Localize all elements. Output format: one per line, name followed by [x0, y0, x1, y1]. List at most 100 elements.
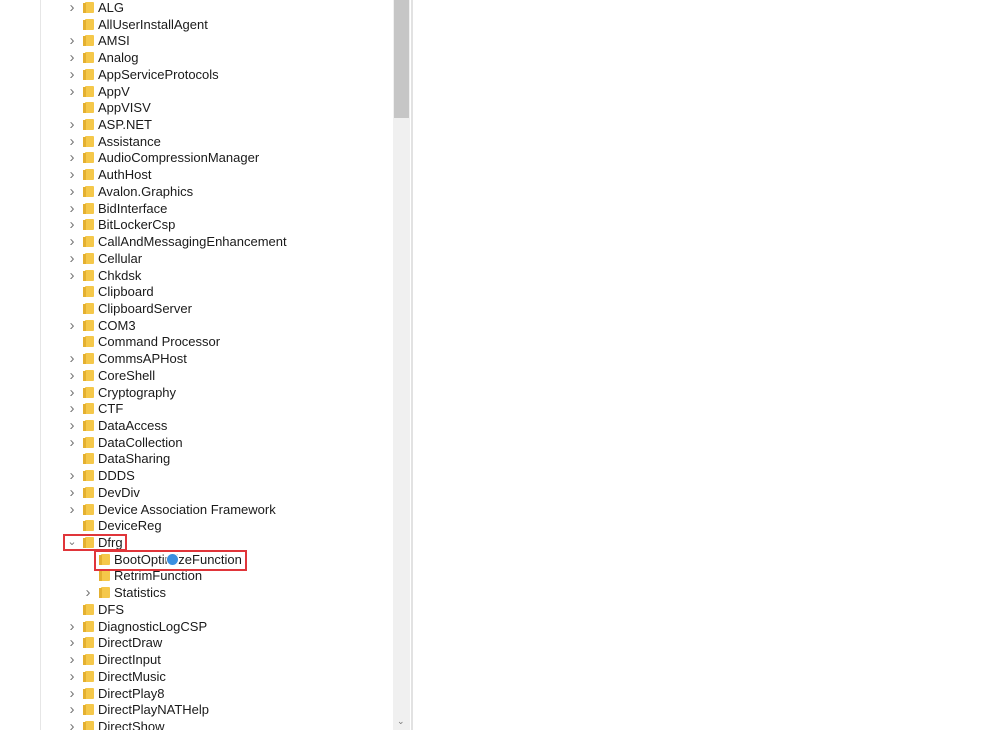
tree-item[interactable]: › ASP.NET: [0, 116, 393, 133]
chevron-right-icon[interactable]: ›: [67, 685, 77, 702]
tree-item[interactable]: › AuthHost: [0, 166, 393, 183]
folder-icon: [83, 219, 94, 231]
tree-item[interactable]: › ALG: [0, 0, 393, 16]
chevron-right-icon[interactable]: ›: [67, 467, 77, 484]
chevron-right-icon[interactable]: ›: [67, 350, 77, 367]
tree-item[interactable]: › AppV: [0, 83, 393, 100]
tree-item-label: CoreShell: [98, 367, 156, 383]
chevron-right-icon[interactable]: ›: [67, 116, 77, 133]
tree-item[interactable]: › BitLockerCsp: [0, 216, 393, 233]
tree-item[interactable]: ⌄ Dfrg: [0, 534, 393, 551]
tree-item[interactable]: › BidInterface: [0, 200, 393, 217]
chevron-right-icon[interactable]: ›: [67, 400, 77, 417]
tree-item-label: Cellular: [98, 250, 143, 266]
tree-item[interactable]: AppVISV: [0, 99, 393, 116]
folder-icon: [83, 436, 94, 448]
chevron-right-icon[interactable]: ›: [67, 233, 77, 250]
tree-item[interactable]: ClipboardServer: [0, 300, 393, 317]
scrollbar-thumb[interactable]: [394, 0, 409, 118]
chevron-right-icon[interactable]: ›: [67, 618, 77, 635]
chevron-right-icon[interactable]: ›: [67, 701, 77, 718]
chevron-right-icon[interactable]: ›: [67, 417, 77, 434]
tree-item[interactable]: › DiagnosticLogCSP: [0, 618, 393, 635]
tree-item[interactable]: › CommsAPHost: [0, 350, 393, 367]
folder-icon: [83, 169, 94, 181]
chevron-right-icon[interactable]: ›: [67, 651, 77, 668]
chevron-right-icon[interactable]: ›: [67, 267, 77, 284]
values-pane[interactable]: [413, 0, 983, 730]
chevron-right-icon[interactable]: ›: [67, 49, 77, 66]
folder-icon: [83, 119, 94, 131]
tree-item[interactable]: › Avalon.Graphics: [0, 183, 393, 200]
chevron-right-icon[interactable]: ›: [67, 367, 77, 384]
tree-item[interactable]: › Assistance: [0, 133, 393, 150]
tree-item[interactable]: AllUserInstallAgent: [0, 16, 393, 33]
chevron-right-icon[interactable]: ›: [67, 250, 77, 267]
chevron-right-icon[interactable]: ›: [83, 584, 93, 601]
folder-icon: [83, 503, 94, 515]
tree-item[interactable]: › DirectMusic: [0, 668, 393, 685]
tree-item[interactable]: › DirectPlayNATHelp: [0, 701, 393, 718]
tree-item[interactable]: › DevDiv: [0, 484, 393, 501]
tree-item-label: Analog: [98, 50, 139, 66]
chevron-right-icon[interactable]: ›: [67, 634, 77, 651]
tree-item-label: BidInterface: [98, 200, 168, 216]
chevron-right-icon[interactable]: ›: [67, 183, 77, 200]
tree-item[interactable]: › Cryptography: [0, 384, 393, 401]
chevron-right-icon[interactable]: ›: [67, 0, 77, 16]
tree-item[interactable]: Command Processor: [0, 333, 393, 350]
tree-item[interactable]: › Device Association Framework: [0, 501, 393, 518]
chevron-right-icon[interactable]: ›: [67, 668, 77, 685]
chevron-right-icon[interactable]: ›: [67, 200, 77, 217]
tree-item[interactable]: › DirectDraw: [0, 634, 393, 651]
chevron-right-icon[interactable]: ›: [67, 32, 77, 49]
chevron-right-icon[interactable]: ›: [67, 166, 77, 183]
folder-icon: [83, 319, 94, 331]
chevron-right-icon[interactable]: ›: [67, 317, 77, 334]
chevron-right-icon[interactable]: ›: [67, 501, 77, 518]
tree-item[interactable]: › DirectPlay8: [0, 685, 393, 702]
scroll-down-arrow-icon[interactable]: ⌄: [397, 716, 405, 727]
tree-item[interactable]: › COM3: [0, 317, 393, 334]
chevron-right-icon[interactable]: ›: [67, 434, 77, 451]
tree-item[interactable]: DataSharing: [0, 450, 393, 467]
chevron-right-icon[interactable]: ›: [67, 384, 77, 401]
tree-item[interactable]: › Analog: [0, 49, 393, 66]
chevron-right-icon[interactable]: ›: [67, 216, 77, 233]
tree-item[interactable]: › DDDS: [0, 467, 393, 484]
tree-item[interactable]: › AudioCompressionManager: [0, 149, 393, 166]
tree-item[interactable]: › Statistics: [0, 584, 393, 601]
registry-key-tree[interactable]: › ALG AllUserInstallAgent › AMSI › Analog › AppS…: [0, 0, 393, 730]
tree-item[interactable]: › CallAndMessagingEnhancement: [0, 233, 393, 250]
tree-item[interactable]: › DataAccess: [0, 417, 393, 434]
tree-item[interactable]: DFS: [0, 601, 393, 618]
chevron-right-icon[interactable]: ›: [67, 149, 77, 166]
tree-item[interactable]: › DirectInput: [0, 651, 393, 668]
tree-item[interactable]: › Cellular: [0, 250, 393, 267]
tree-scrollbar[interactable]: ⌄: [393, 0, 410, 730]
tree-item-label: COM3: [98, 317, 136, 333]
chevron-right-icon[interactable]: ›: [67, 66, 77, 83]
tree-item-label: DirectDraw: [98, 635, 163, 651]
tree-item[interactable]: › DirectShow: [0, 718, 393, 730]
tree-item[interactable]: › CTF: [0, 400, 393, 417]
tree-item-label: AppServiceProtocols: [98, 66, 219, 82]
tree-item-label: AMSI: [98, 33, 130, 49]
chevron-right-icon[interactable]: ›: [67, 718, 77, 730]
tree-item[interactable]: Clipboard: [0, 283, 393, 300]
folder-icon: [83, 720, 94, 730]
chevron-right-icon[interactable]: ›: [67, 484, 77, 501]
tree-item[interactable]: DeviceReg: [0, 517, 393, 534]
folder-icon: [83, 637, 94, 649]
tree-item[interactable]: › CoreShell: [0, 367, 393, 384]
tree-item-label: CTF: [98, 401, 124, 417]
tree-item[interactable]: › Chkdsk: [0, 267, 393, 284]
tree-item-label: ASP.NET: [98, 117, 152, 133]
folder-icon: [83, 520, 94, 532]
tree-item[interactable]: › AMSI: [0, 32, 393, 49]
tree-item[interactable]: › AppServiceProtocols: [0, 66, 393, 83]
folder-icon: [83, 68, 94, 80]
tree-item[interactable]: › DataCollection: [0, 434, 393, 451]
chevron-right-icon[interactable]: ›: [67, 133, 77, 150]
chevron-right-icon[interactable]: ›: [67, 83, 77, 100]
